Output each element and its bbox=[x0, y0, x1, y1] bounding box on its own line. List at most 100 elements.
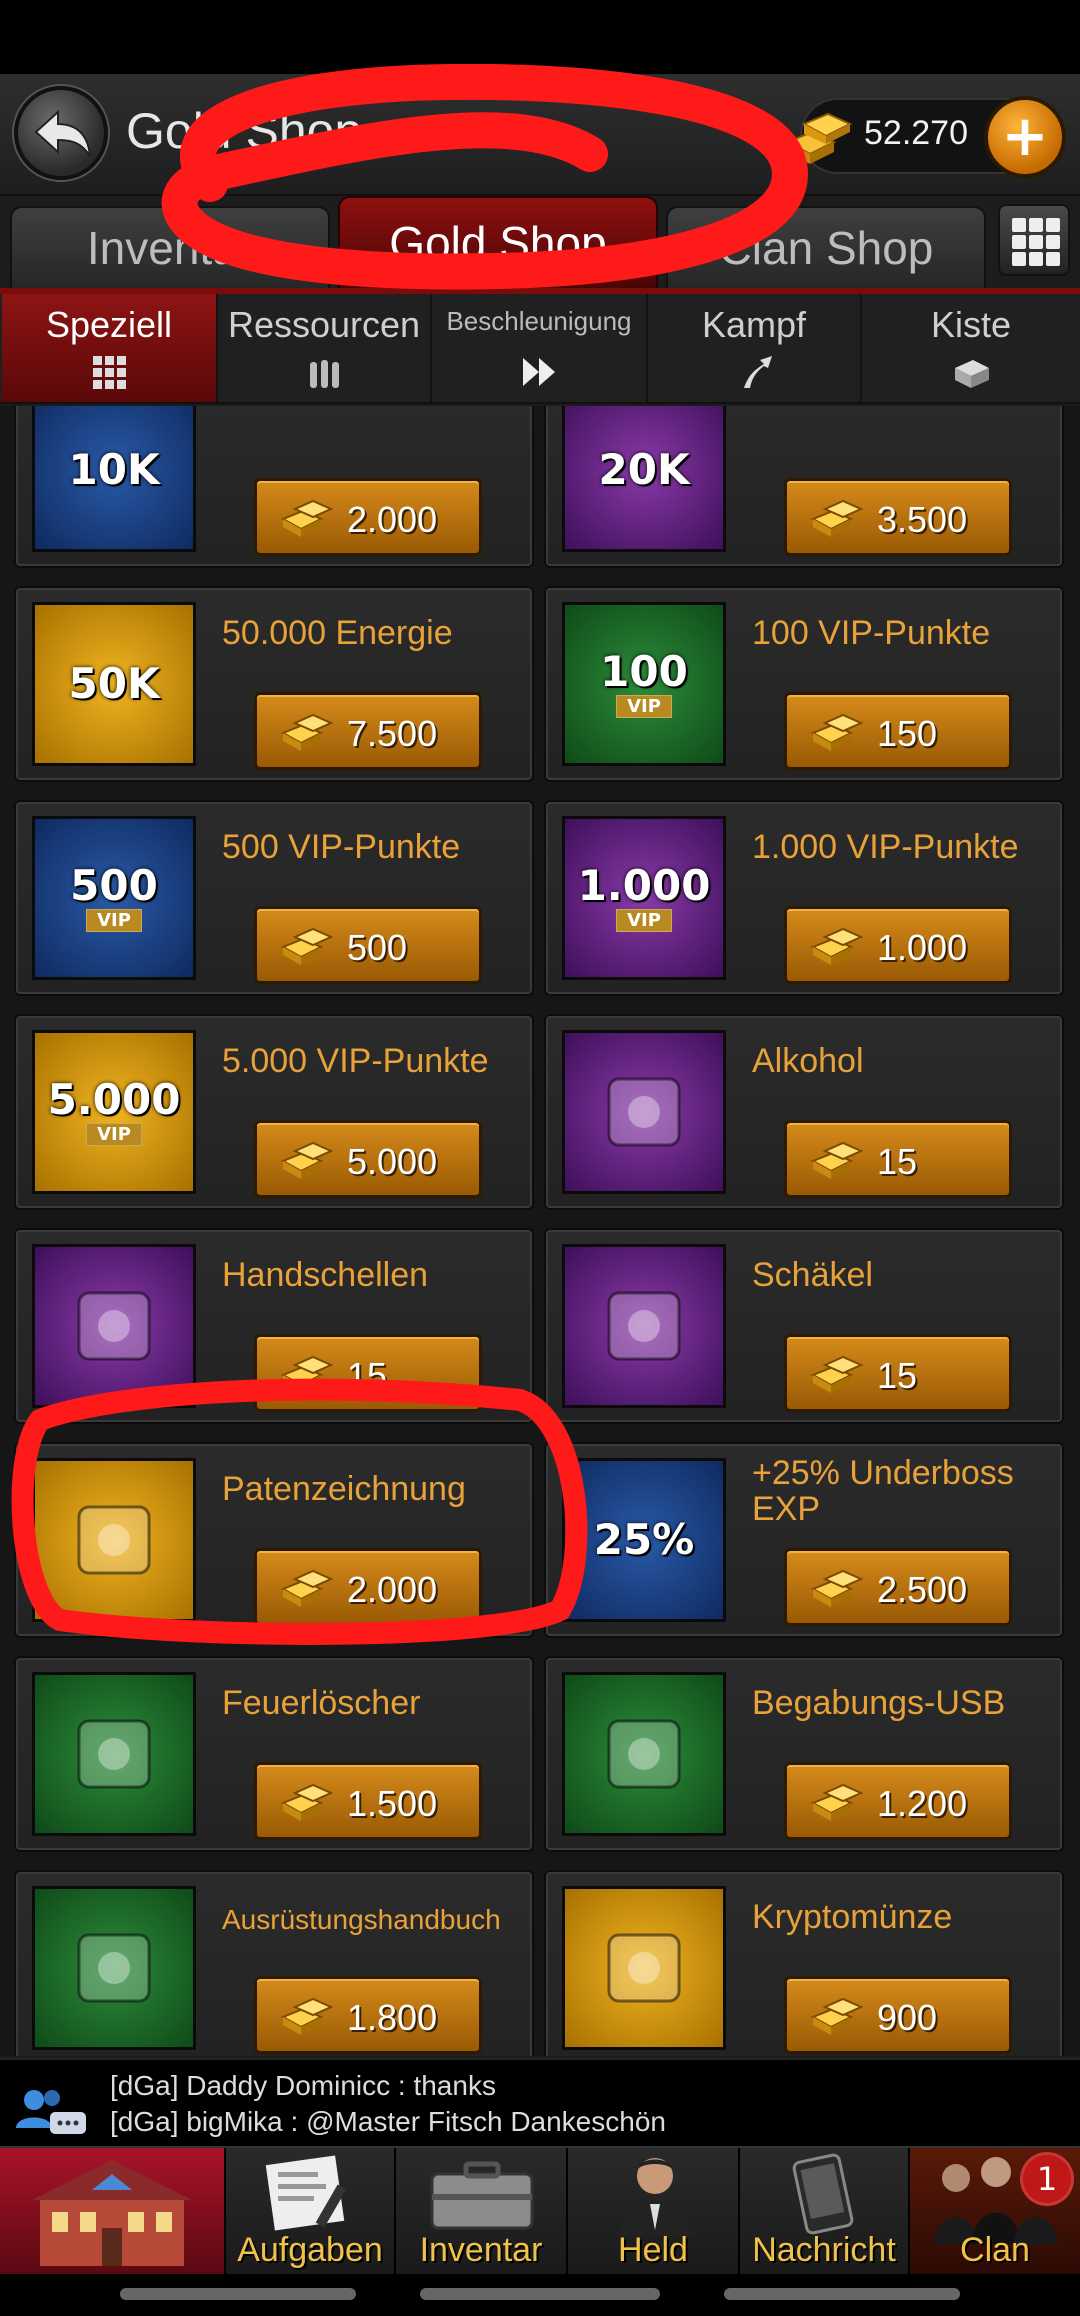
buy-button[interactable]: 1.500 bbox=[254, 1762, 482, 1840]
item-price: 7.500 bbox=[347, 713, 438, 754]
shop-item-card[interactable]: 500 VIP 500 VIP-Punkte 500 bbox=[14, 800, 534, 996]
buy-button[interactable]: 2.500 bbox=[784, 1548, 1012, 1626]
nav-clan[interactable]: 1 Clan bbox=[910, 2148, 1080, 2276]
item-price: 1.500 bbox=[347, 1783, 438, 1824]
gold-ingot-icon bbox=[810, 1997, 864, 2035]
shop-item-card[interactable]: 25% +25% Underboss EXP 2.500 bbox=[544, 1442, 1064, 1638]
item-name: Alkohol bbox=[752, 1042, 864, 1080]
shop-item-card[interactable]: 1.000 VIP 1.000 VIP-Punkte 1.000 bbox=[544, 800, 1064, 996]
tab-clan-shop[interactable]: Clan Shop bbox=[666, 206, 986, 290]
shop-item-card[interactable]: Handschellen 15 bbox=[14, 1228, 534, 1424]
nav-held[interactable]: Held bbox=[568, 2148, 740, 2276]
tab-inventar[interactable]: Inventar bbox=[10, 206, 330, 290]
item-picture-icon bbox=[607, 1933, 681, 2003]
item-thumbnail-label: 20K bbox=[598, 445, 690, 494]
buy-button[interactable]: 150 bbox=[784, 692, 1012, 770]
briefcase-icon bbox=[430, 2161, 534, 2230]
vip-ribbon: VIP bbox=[616, 694, 672, 718]
crate-icon bbox=[955, 360, 989, 388]
item-name: 500 VIP-Punkte bbox=[222, 828, 461, 866]
shop-item-card[interactable]: Patenzeichnung 2.000 bbox=[14, 1442, 534, 1638]
shop-item-card[interactable]: 20K 3.500 bbox=[544, 406, 1064, 568]
buy-button[interactable]: 500 bbox=[254, 906, 482, 984]
item-thumbnail-label: 500 bbox=[70, 860, 158, 910]
item-thumbnail-label: 25% bbox=[593, 1515, 695, 1564]
item-picture-icon bbox=[77, 1933, 151, 2003]
chat-people-icon bbox=[16, 2090, 86, 2134]
item-grid: 10K 2.000 20K 3.500 50K 50.000 Energie 7.500 10… bbox=[0, 406, 1080, 2056]
grid-small-icon bbox=[93, 356, 126, 389]
buy-button[interactable]: 5.000 bbox=[254, 1120, 482, 1198]
shop-item-card[interactable]: 50K 50.000 Energie 7.500 bbox=[14, 586, 534, 782]
item-price: 150 bbox=[877, 713, 938, 754]
buy-button[interactable]: 2.000 bbox=[254, 478, 482, 556]
item-thumbnail: 25% bbox=[562, 1458, 726, 1622]
item-thumbnail: 20K bbox=[562, 406, 726, 552]
category-tabs: Speziell Ressourcen Beschleunigung Kampf bbox=[0, 294, 1080, 404]
item-thumbnail-label: 10K bbox=[68, 445, 160, 494]
item-thumbnail: 100 VIP bbox=[562, 602, 726, 766]
shop-item-card[interactable]: Ausrüstungshandbuch 1.800 bbox=[14, 1870, 534, 2056]
hero-icon bbox=[618, 2158, 692, 2236]
phone-icon bbox=[792, 2153, 854, 2235]
arrow-up-icon bbox=[744, 356, 772, 388]
buy-button[interactable]: 15 bbox=[254, 1334, 482, 1412]
shop-item-card[interactable]: Feuerlöscher 1.500 bbox=[14, 1656, 534, 1852]
item-thumbnail bbox=[562, 1244, 726, 1408]
subtab-ressourcen[interactable]: Ressourcen bbox=[218, 294, 432, 402]
item-price: 2.000 bbox=[347, 499, 438, 540]
nav-home[interactable] bbox=[0, 2148, 226, 2276]
gold-ingot-icon bbox=[810, 1355, 864, 1393]
item-price: 15 bbox=[877, 1141, 918, 1182]
subtab-kiste[interactable]: Kiste bbox=[862, 294, 1080, 402]
tab-gold-shop[interactable]: Gold Shop bbox=[338, 196, 658, 290]
shop-item-card[interactable]: 5.000 VIP 5.000 VIP-Punkte 5.000 bbox=[14, 1014, 534, 1210]
buy-button[interactable]: 1.000 bbox=[784, 906, 1012, 984]
shop-item-card[interactable]: 10K 2.000 bbox=[14, 406, 534, 568]
buy-button[interactable]: 900 bbox=[784, 1976, 1012, 2054]
shop-item-card[interactable]: 100 VIP 100 VIP-Punkte 150 bbox=[544, 586, 1064, 782]
subtab-label: Kiste bbox=[930, 304, 1012, 345]
item-price: 900 bbox=[877, 1997, 938, 2038]
item-thumbnail-label: 50K bbox=[68, 659, 160, 708]
item-price: 500 bbox=[347, 927, 408, 968]
nav-label: Aufgaben bbox=[237, 2231, 383, 2269]
menu-grid-button[interactable] bbox=[998, 204, 1070, 276]
item-thumbnail bbox=[32, 1672, 196, 1836]
subtab-label: Ressourcen bbox=[227, 304, 421, 345]
gold-ingot-icon bbox=[810, 1569, 864, 1607]
shop-item-card[interactable]: Schäkel 15 bbox=[544, 1228, 1064, 1424]
nav-nachricht[interactable]: Nachricht bbox=[740, 2148, 910, 2276]
buy-button[interactable]: 7.500 bbox=[254, 692, 482, 770]
gold-amount: 52.270 bbox=[864, 114, 968, 152]
buy-button[interactable]: 2.000 bbox=[254, 1548, 482, 1626]
nav-inventar[interactable]: Inventar bbox=[396, 2148, 568, 2276]
gold-ingot-icon bbox=[280, 499, 334, 537]
item-thumbnail: 10K bbox=[32, 406, 196, 552]
item-name: 100 VIP-Punkte bbox=[752, 614, 991, 652]
buy-gold-button[interactable]: + bbox=[984, 96, 1066, 178]
gold-ingot-icon bbox=[810, 1783, 864, 1821]
gold-ingot-icon bbox=[280, 713, 334, 751]
buy-button[interactable]: 1.800 bbox=[254, 1976, 482, 2054]
buy-button[interactable]: 3.500 bbox=[784, 478, 1012, 556]
back-button[interactable] bbox=[14, 86, 108, 180]
item-name: Ausrüstungshandbuch bbox=[222, 1904, 501, 1935]
shop-item-card[interactable]: Kryptomünze 900 bbox=[544, 1870, 1064, 2056]
fast-forward-icon bbox=[523, 358, 555, 386]
subtab-kampf[interactable]: Kampf bbox=[648, 294, 862, 402]
subtab-speziell[interactable]: Speziell bbox=[2, 294, 218, 402]
subtab-beschleunigung[interactable]: Beschleunigung bbox=[432, 294, 648, 402]
item-thumbnail: 500 VIP bbox=[32, 816, 196, 980]
nav-aufgaben[interactable]: Aufgaben bbox=[226, 2148, 396, 2276]
chat-bar[interactable]: [dGa] Daddy Dominicc : thanks [dGa] bigM… bbox=[0, 2058, 1080, 2146]
nav-pill bbox=[120, 2288, 356, 2300]
buy-button[interactable]: 1.200 bbox=[784, 1762, 1012, 1840]
item-name: 1.000 VIP-Punkte bbox=[752, 828, 1019, 866]
item-thumbnail-label: 100 bbox=[600, 646, 688, 696]
buy-button[interactable]: 15 bbox=[784, 1334, 1012, 1412]
shop-item-card[interactable]: Begabungs-USB 1.200 bbox=[544, 1656, 1064, 1852]
shop-item-card[interactable]: Alkohol 15 bbox=[544, 1014, 1064, 1210]
item-thumbnail bbox=[32, 1458, 196, 1622]
buy-button[interactable]: 15 bbox=[784, 1120, 1012, 1198]
